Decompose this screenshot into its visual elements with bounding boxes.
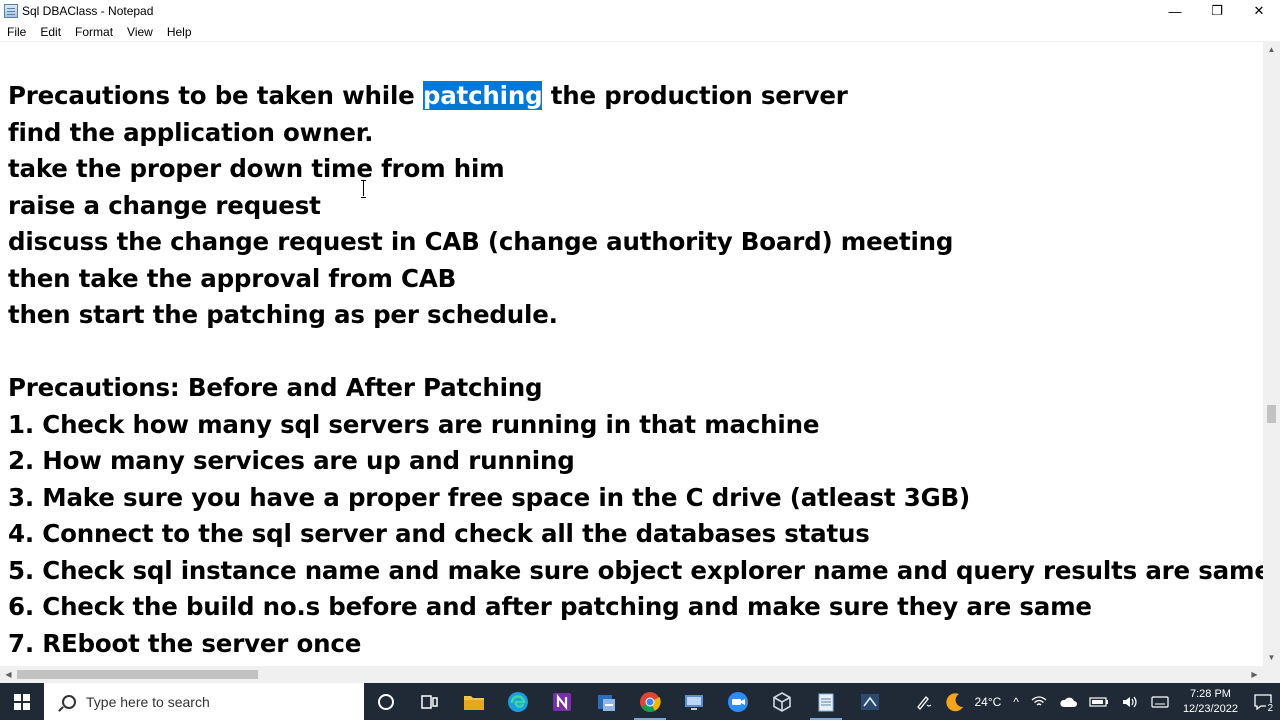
search-placeholder: Type here to search [86, 693, 210, 710]
windows-logo-icon [14, 693, 30, 710]
text-line: discuss the change request in CAB (chang… [8, 227, 954, 256]
speaker-icon [1122, 696, 1137, 707]
text-line-end: the production server [542, 81, 848, 110]
taskbar-virtualbox[interactable] [760, 683, 804, 720]
folder-icon [464, 695, 484, 710]
scroll-up-icon[interactable]: ▲ [1263, 41, 1280, 58]
taskbar-zoom[interactable] [716, 683, 760, 720]
scrollbar-corner [1263, 666, 1280, 683]
text-editor[interactable]: Precautions to be taken while patching t… [0, 41, 1263, 666]
text-line-start: Precautions to be taken while [8, 81, 423, 110]
zoom-icon [728, 691, 748, 712]
keyboard-icon [1151, 695, 1169, 708]
pen-icon [917, 695, 932, 710]
vertical-scroll-thumb[interactable] [1267, 405, 1276, 423]
input-language-button[interactable] [1145, 695, 1175, 709]
horizontal-scroll-thumb[interactable] [17, 670, 258, 679]
menu-view[interactable]: View [120, 25, 160, 39]
text-line: 2. How many services are up and running [8, 446, 575, 475]
taskbar: Type here to search 24°C ^ 7:28 PM 12/23… [0, 683, 1280, 720]
text-line: 7. REboot the server once [8, 629, 362, 658]
scroll-down-icon[interactable]: ▼ [1263, 649, 1280, 666]
battery-button[interactable] [1083, 696, 1115, 708]
edge-icon [508, 691, 528, 712]
start-button[interactable] [0, 683, 44, 720]
taskbar-notepad[interactable] [804, 683, 848, 720]
pen-workspace-button[interactable] [908, 693, 938, 711]
taskbar-edge[interactable] [496, 683, 540, 720]
minimize-button[interactable]: — [1154, 0, 1196, 22]
taskbar-sql-server-2012[interactable] [848, 683, 892, 720]
taskbar-remote-desktop[interactable] [672, 683, 716, 720]
taskbar-onenote[interactable] [540, 683, 584, 720]
moon-icon [946, 692, 964, 711]
search-icon [62, 694, 76, 709]
task-view-icon [421, 694, 438, 709]
text-line: Precautions to be taken while patching t… [8, 81, 848, 111]
text-line: 1. Check how many sql servers are runnin… [8, 410, 820, 439]
scroll-left-icon[interactable]: ◀ [0, 666, 17, 683]
onenote-icon [553, 692, 571, 711]
notepad-icon [4, 4, 18, 18]
system-tray: 24°C ^ 7:28 PM 12/23/2022 2 [908, 683, 1280, 720]
horizontal-scrollbar[interactable]: ◀ ▶ [0, 666, 1263, 683]
remote-desktop-icon [685, 694, 703, 710]
text-line: then start the patching as per schedule. [8, 300, 558, 329]
taskbar-search-box[interactable]: Type here to search [44, 683, 364, 720]
weather-temperature: 24°C [974, 694, 1002, 709]
task-view-button[interactable] [408, 683, 452, 720]
text-line: find the application owner. [8, 118, 374, 147]
window-controls: — ❐ ✕ [1154, 0, 1280, 22]
menu-format[interactable]: Format [68, 25, 120, 39]
close-button[interactable]: ✕ [1238, 0, 1280, 22]
text-line: take the proper down time from him [8, 154, 505, 183]
text-line: 5. Check sql instance name and make sure… [8, 556, 1263, 585]
menu-help[interactable]: Help [160, 25, 199, 39]
action-center-button[interactable]: 2 [1246, 683, 1280, 720]
menu-bar: File Edit Format View Help [0, 22, 1280, 41]
text-line: 6. Check the build no.s before and after… [8, 592, 1092, 621]
text-line: Precautions: Before and After Patching [8, 373, 543, 402]
network-button[interactable] [1025, 695, 1053, 709]
sql-tool-icon [598, 694, 615, 711]
taskbar-ssms[interactable] [584, 683, 628, 720]
cube-icon [773, 691, 791, 712]
window-title: Sql DBAClass - Notepad [22, 4, 154, 18]
chrome-icon [640, 691, 661, 712]
network-icon [1031, 695, 1047, 705]
tray-overflow-button[interactable]: ^ [1007, 695, 1025, 709]
menu-file[interactable]: File [0, 25, 33, 39]
cortana-icon [378, 693, 394, 710]
taskbar-clock[interactable]: 7:28 PM 12/23/2022 [1175, 687, 1246, 717]
selected-text: patching [422, 81, 543, 110]
onedrive-button[interactable] [1053, 696, 1083, 708]
taskbar-chrome[interactable] [628, 683, 672, 720]
sql-server-icon [861, 693, 879, 710]
restore-button[interactable]: ❐ [1196, 0, 1238, 22]
cloud-icon [1060, 697, 1077, 707]
title-bar: Sql DBAClass - Notepad — ❐ ✕ [0, 0, 1280, 22]
text-line: 3. Make sure you have a proper free spac… [8, 483, 970, 512]
text-line: then take the approval from CAB [8, 264, 457, 293]
menu-edit[interactable]: Edit [33, 25, 68, 39]
text-line: raise a change request [8, 191, 321, 220]
ibeam-cursor-icon [360, 180, 368, 198]
text-line: 4. Connect to the sql server and check a… [8, 519, 870, 548]
volume-button[interactable] [1115, 695, 1145, 709]
notification-badge: 2 [1266, 703, 1274, 714]
battery-icon [1089, 696, 1108, 707]
chevron-up-icon: ^ [1013, 694, 1019, 709]
taskbar-file-explorer[interactable] [452, 683, 496, 720]
clock-time: 7:28 PM [1189, 687, 1231, 700]
scroll-right-icon[interactable]: ▶ [1246, 666, 1263, 683]
vertical-scrollbar[interactable]: ▲ ▼ [1263, 41, 1280, 666]
notepad-icon [818, 693, 834, 711]
cortana-button[interactable] [364, 683, 408, 720]
clock-date: 12/23/2022 [1182, 702, 1238, 715]
weather-widget[interactable]: 24°C [938, 691, 1007, 713]
